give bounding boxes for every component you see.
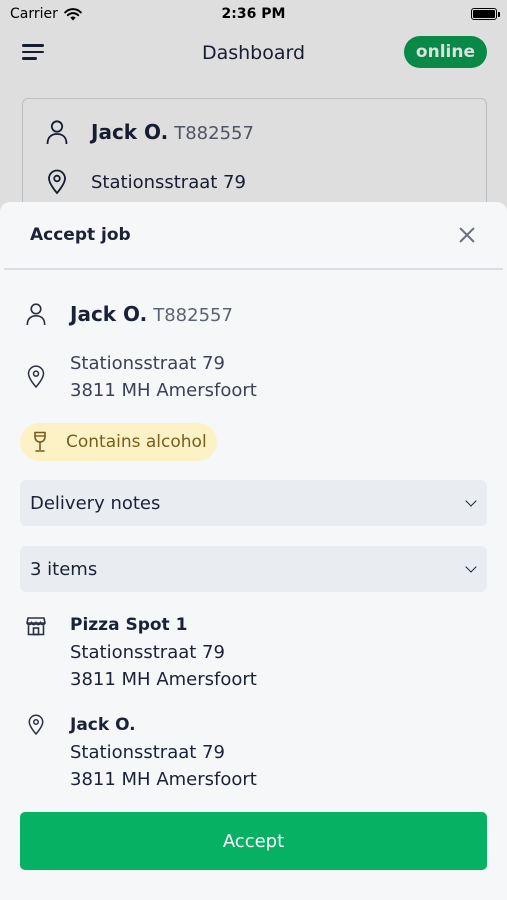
close-icon[interactable]: [457, 225, 477, 245]
alcohol-label: Contains alcohol: [66, 432, 207, 452]
pickup-name: Pizza Spot 1: [70, 615, 188, 635]
sheet-title: Accept job: [30, 225, 131, 245]
dropoff-stop: Jack O. Stationsstraat 79 3811 MH Amersf…: [24, 712, 257, 793]
pickup-stop: Pizza Spot 1 Stationsstraat 79 3811 MH A…: [24, 612, 257, 693]
person-icon: [26, 303, 46, 326]
customer-name: Jack O.: [70, 302, 148, 326]
chevron-down-icon: [465, 561, 477, 573]
accept-button[interactable]: Accept: [20, 812, 487, 870]
items-label: 3 items: [30, 558, 98, 580]
pickup-address-line1: Stationsstraat 79: [70, 642, 225, 663]
chevron-down-icon: [465, 495, 477, 507]
delivery-notes-label: Delivery notes: [30, 492, 161, 514]
dropoff-address-line1: Stationsstraat 79: [70, 742, 225, 763]
delivery-notes-accordion[interactable]: Delivery notes: [20, 480, 487, 526]
alcohol-badge: Contains alcohol: [20, 423, 217, 461]
location-pin-icon: [28, 714, 44, 736]
customer-row: Jack O. T882557: [24, 302, 233, 326]
pickup-address-line2: 3811 MH Amersfoort: [70, 669, 257, 690]
accept-job-sheet: Accept job Jack O. T882557 Stationsstraat…: [0, 202, 507, 900]
location-pin-icon: [27, 365, 45, 389]
dropoff-name: Jack O.: [70, 715, 136, 735]
customer-code: T882557: [153, 305, 233, 326]
dropoff-address-line2: 3811 MH Amersfoort: [70, 769, 257, 790]
items-accordion[interactable]: 3 items: [20, 546, 487, 592]
customer-address-line2: 3811 MH Amersfoort: [70, 380, 257, 401]
store-icon: [26, 617, 46, 636]
customer-address-line1: Stationsstraat 79: [70, 353, 225, 374]
wine-glass-icon: [34, 431, 46, 452]
sheet-header: Accept job: [4, 202, 503, 270]
customer-address-row: Stationsstraat 79 3811 MH Amersfoort: [24, 350, 257, 404]
